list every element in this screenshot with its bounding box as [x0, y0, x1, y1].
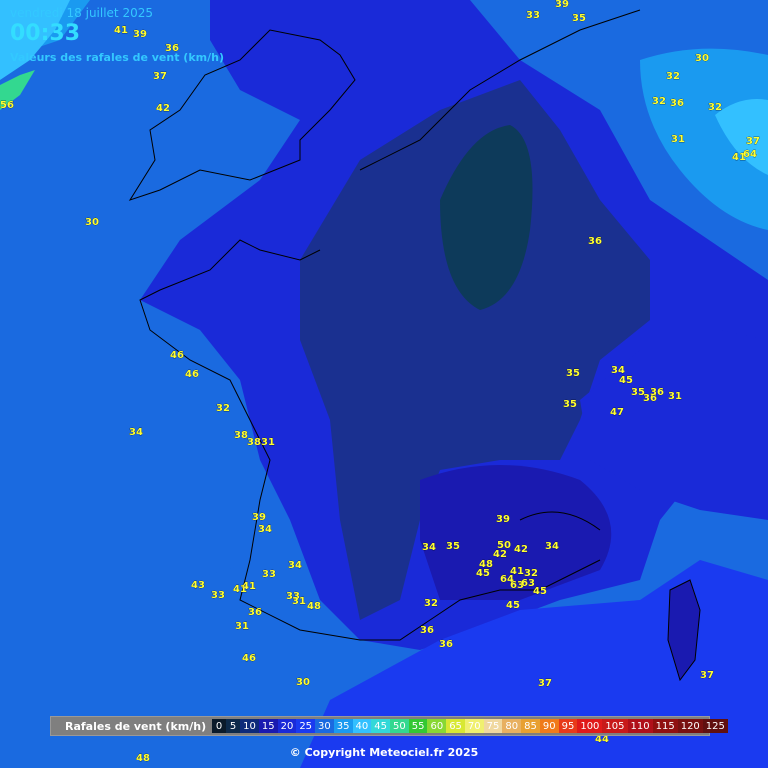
gust-value-label: 37 [746, 136, 760, 147]
legend-cell: 50 [389, 719, 409, 733]
gust-value-label: 32 [666, 71, 680, 82]
gust-value-label: 34 [422, 542, 436, 553]
gust-value-label: 42 [514, 544, 528, 555]
gust-value-label: 36 [670, 98, 684, 109]
gust-value-label: 33 [526, 10, 540, 21]
legend-cell: 95 [558, 719, 578, 733]
gust-value-label: 30 [85, 217, 99, 228]
legend-cell: 30 [315, 719, 334, 733]
legend-cell: 125 [702, 719, 728, 733]
legend-cell: 45 [371, 719, 390, 733]
gust-value-label: 36 [420, 625, 434, 636]
gust-value-label: 42 [493, 549, 507, 560]
gust-value-label: 38 [234, 430, 248, 441]
legend-cells: 0 5 10 15 20 25 30 35 40 45 50 55 60 65 70 75 80 85 90 95 10… [212, 719, 728, 733]
color-legend: Rafales de vent (km/h) 0 5 10 15 20 25 30 35 40 4… [50, 716, 728, 736]
gust-value-label: 37 [153, 71, 167, 82]
gust-value-label: 39 [252, 512, 266, 523]
legend-cell: 15 [258, 719, 278, 733]
gust-value-label: 39 [133, 29, 147, 40]
gust-value-label: 31 [292, 596, 306, 607]
gust-value-label: 45 [533, 586, 547, 597]
gust-value-label: 36 [650, 387, 664, 398]
gust-value-label: 32 [216, 403, 230, 414]
legend-cell: 65 [446, 719, 465, 733]
gust-value-label: 30 [296, 677, 310, 688]
gust-value-label: 34 [288, 560, 302, 571]
gust-value-label: 39 [555, 0, 569, 10]
gust-value-label: 31 [261, 437, 275, 448]
gust-value-label: 35 [563, 399, 577, 410]
gust-value-label: 41 [114, 25, 128, 36]
legend-cell: 55 [408, 719, 428, 733]
gust-value-label: 45 [476, 568, 490, 579]
wind-gust-map: 41 3936374256333935303232 36 3231 3741643036… [0, 0, 768, 768]
legend-cell: 20 [277, 719, 297, 733]
gust-value-label: 45 [506, 600, 520, 611]
gust-value-label: 35 [566, 368, 580, 379]
gust-value-label: 43 [191, 580, 205, 591]
legend-cell: 115 [652, 719, 678, 733]
legend-cell: 40 [352, 719, 372, 733]
gust-value-label: 37 [538, 678, 552, 689]
map-subtitle: Valeurs des rafales de vent (km/h) [10, 51, 224, 64]
gust-value-label: 31 [235, 621, 249, 632]
legend-cell: 10 [240, 719, 259, 733]
legend-cell: 90 [539, 719, 559, 733]
legend-cell: 25 [296, 719, 316, 733]
gust-value-label: 34 [545, 541, 559, 552]
gust-value-label: 32 [652, 96, 666, 107]
gust-value-label: 38 [247, 437, 261, 448]
legend-cell: 5 [226, 719, 241, 733]
legend-cell: 60 [427, 719, 447, 733]
legend-cell: 80 [502, 719, 522, 733]
gust-value-label: 47 [610, 407, 624, 418]
gust-value-label: 34 [129, 427, 143, 438]
gust-value-label: 46 [170, 350, 184, 361]
gust-value-label: 46 [185, 369, 199, 380]
gust-value-label: 48 [307, 601, 321, 612]
gust-value-label: 56 [0, 100, 14, 111]
legend-cell: 100 [577, 719, 603, 733]
legend-cell: 0 [212, 719, 227, 733]
gust-value-label: 35 [446, 541, 460, 552]
copyright-text: © Copyright Meteociel.fr 2025 [289, 746, 479, 759]
gust-value-label: 39 [496, 514, 510, 525]
gust-value-label: 34 [258, 524, 272, 535]
gust-value-label: 41 [242, 581, 256, 592]
legend-cell: 120 [677, 719, 703, 733]
gust-value-label: 35 [572, 13, 586, 24]
gust-value-label: 37 [700, 670, 714, 681]
forecast-time: 00:33 [10, 21, 81, 46]
gust-value-label: 32 [708, 102, 722, 113]
forecast-date: vendredi 18 juillet 2025 [10, 6, 153, 20]
gust-value-label: 33 [211, 590, 225, 601]
gust-value-label: 36 [439, 639, 453, 650]
gust-value-label: 36 [588, 236, 602, 247]
legend-cell: 70 [464, 719, 484, 733]
gust-value-label: 31 [668, 391, 682, 402]
legend-cell: 85 [521, 719, 540, 733]
gust-value-label: 46 [242, 653, 256, 664]
legend-cell: 110 [627, 719, 653, 733]
gust-value-label: 32 [424, 598, 438, 609]
gust-value-label: 30 [695, 53, 709, 64]
legend-cell: 75 [483, 719, 503, 733]
legend-title: Rafales de vent (km/h) [65, 719, 207, 733]
legend-cell: 35 [333, 719, 353, 733]
gust-value-label: 36 [248, 607, 262, 618]
gust-value-label: 31 [671, 134, 685, 145]
gust-value-label: 33 [262, 569, 276, 580]
gust-value-label: 45 [619, 375, 633, 386]
gust-value-label: 42 [156, 103, 170, 114]
gust-value-label: 64 [743, 149, 757, 160]
legend-cell: 105 [602, 719, 628, 733]
